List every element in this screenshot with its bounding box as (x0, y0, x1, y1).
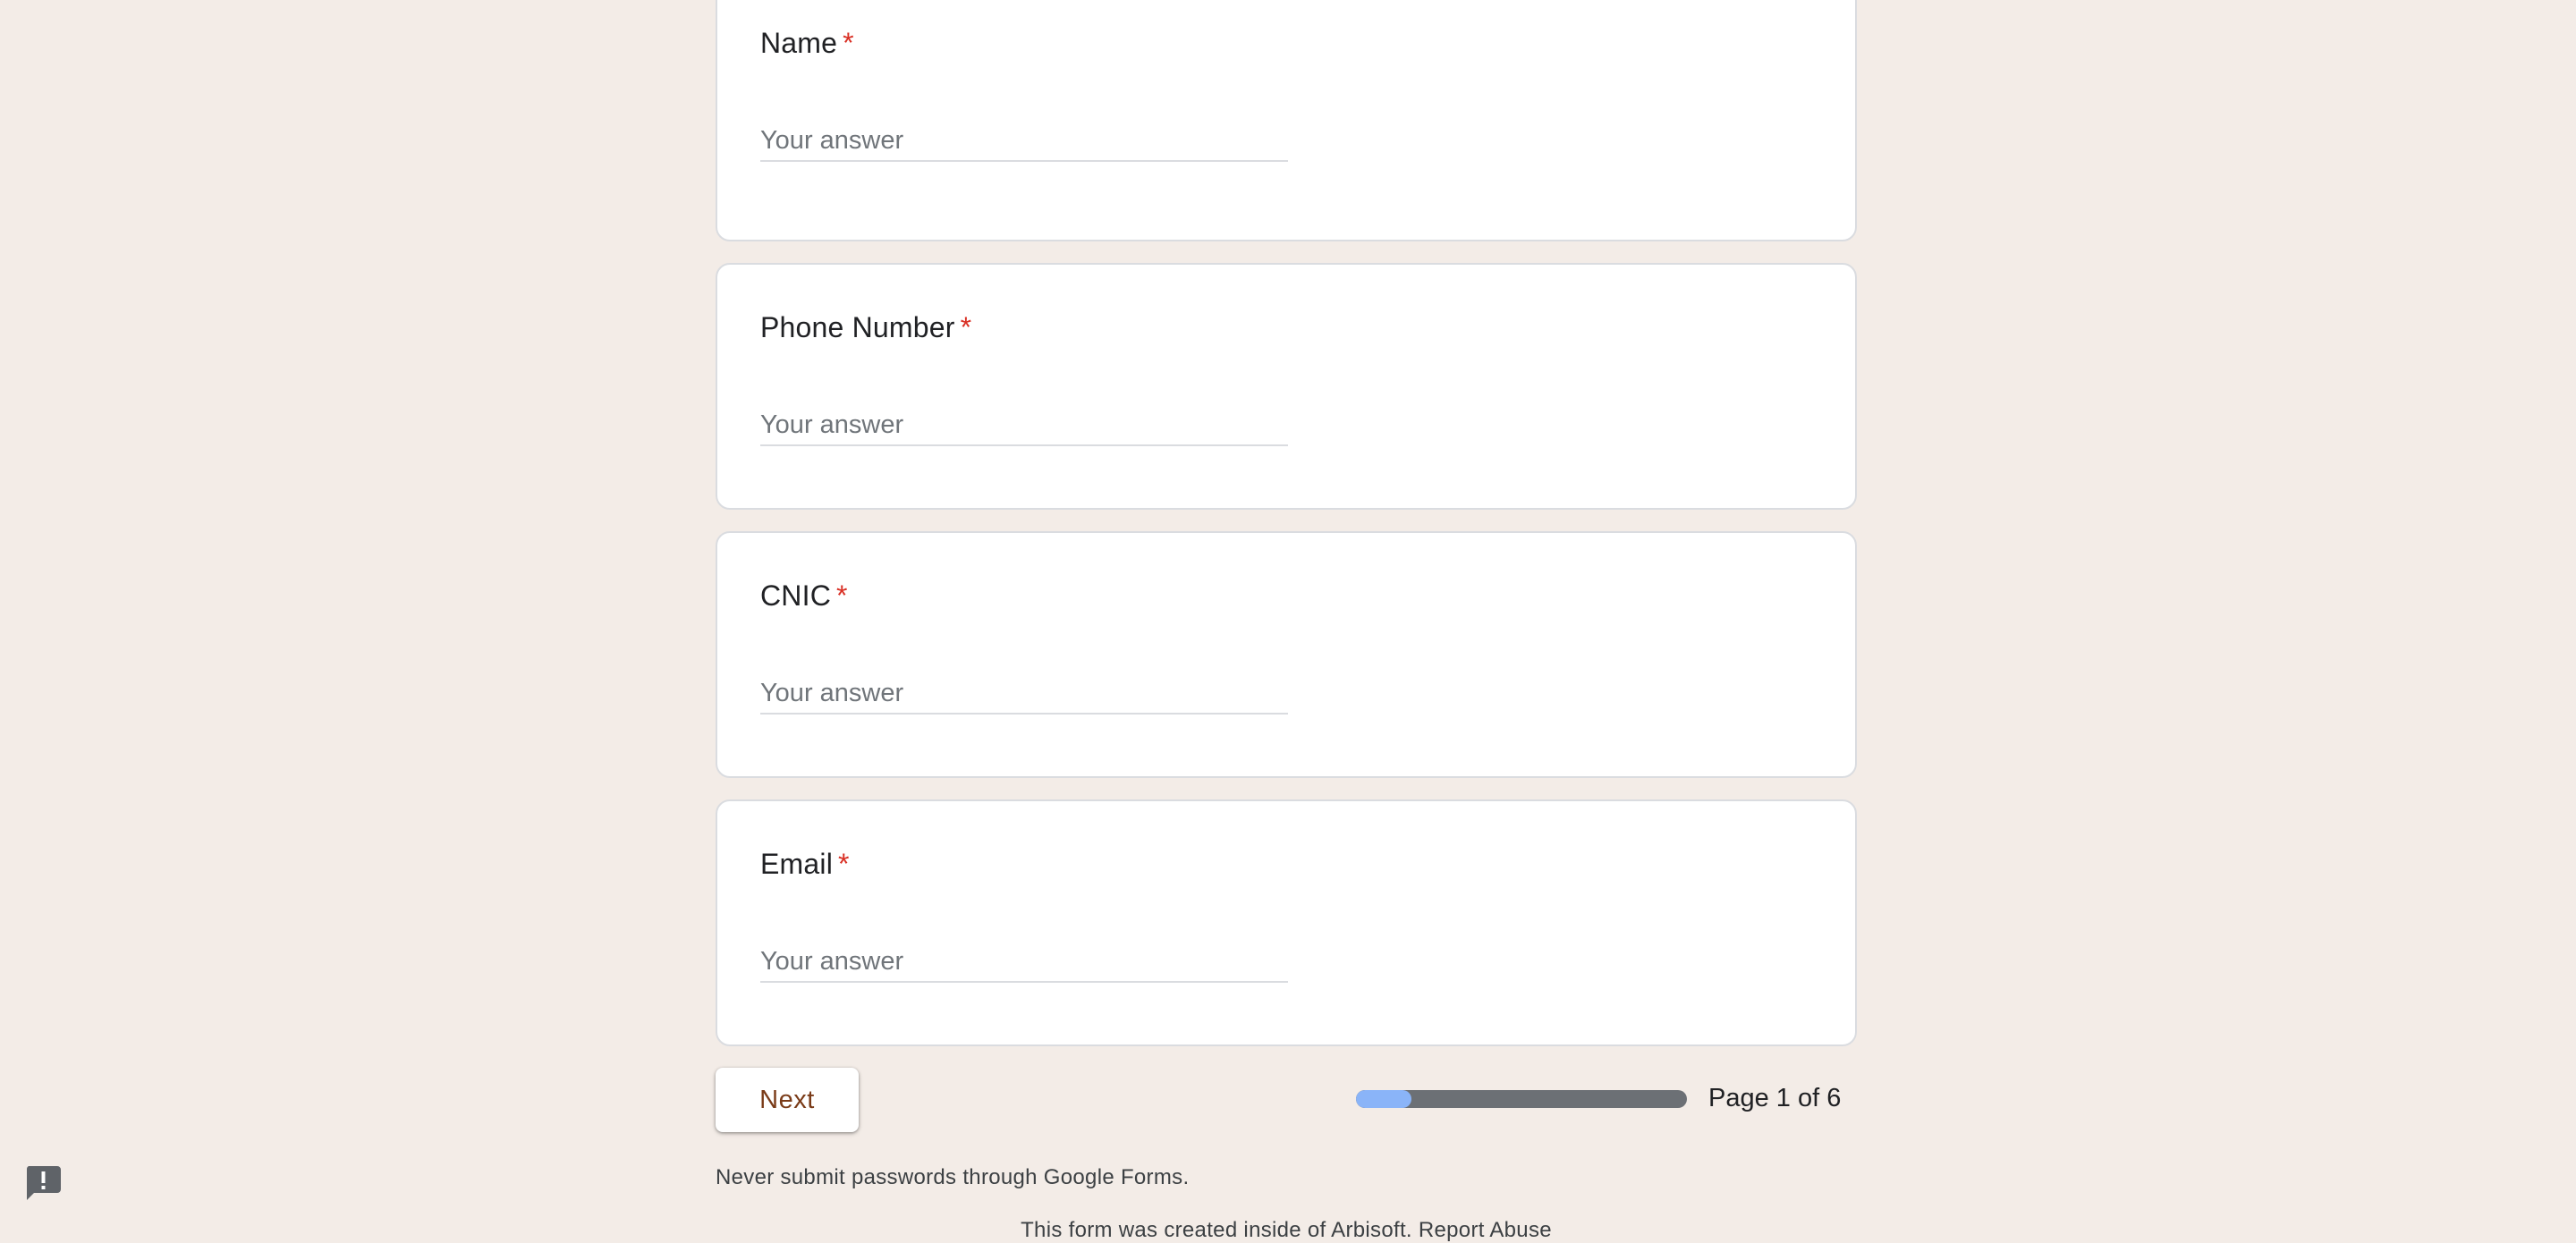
created-by-text: This form was created inside of Arbisoft… (1021, 1218, 1412, 1242)
question-card-cnic: CNIC * (716, 531, 1857, 778)
password-warning: Never submit passwords through Google Fo… (716, 1165, 1190, 1189)
next-button[interactable]: Next (716, 1068, 859, 1132)
question-card-email: Email * (716, 799, 1857, 1046)
progress-bar (1356, 1090, 1687, 1108)
question-title-text: Email (760, 848, 834, 880)
phone-number-input[interactable] (760, 405, 1288, 446)
question-title-text: CNIC (760, 579, 832, 612)
email-input[interactable] (760, 942, 1288, 983)
required-asterisk: * (960, 311, 972, 343)
name-input[interactable] (760, 121, 1288, 162)
question-title: Phone Number * (760, 311, 971, 344)
required-asterisk: * (838, 848, 850, 880)
question-title-text: Name (760, 27, 838, 59)
question-title-text: Phone Number (760, 311, 955, 343)
report-problem-icon[interactable] (23, 1163, 63, 1202)
report-abuse-link[interactable]: Report Abuse (1419, 1218, 1552, 1242)
required-asterisk: * (836, 579, 848, 612)
question-card-phone-number: Phone Number * (716, 263, 1857, 510)
page-indicator: Page 1 of 6 (1708, 1084, 1842, 1112)
form-footer: This form was created inside of Arbisoft… (716, 1218, 1857, 1243)
required-asterisk: * (843, 27, 854, 59)
question-title: Email * (760, 848, 850, 881)
progress-bar-fill (1356, 1090, 1411, 1108)
cnic-input[interactable] (760, 673, 1288, 715)
question-title: CNIC * (760, 579, 848, 613)
question-card-name: Name * (716, 0, 1857, 241)
question-title: Name * (760, 27, 854, 60)
